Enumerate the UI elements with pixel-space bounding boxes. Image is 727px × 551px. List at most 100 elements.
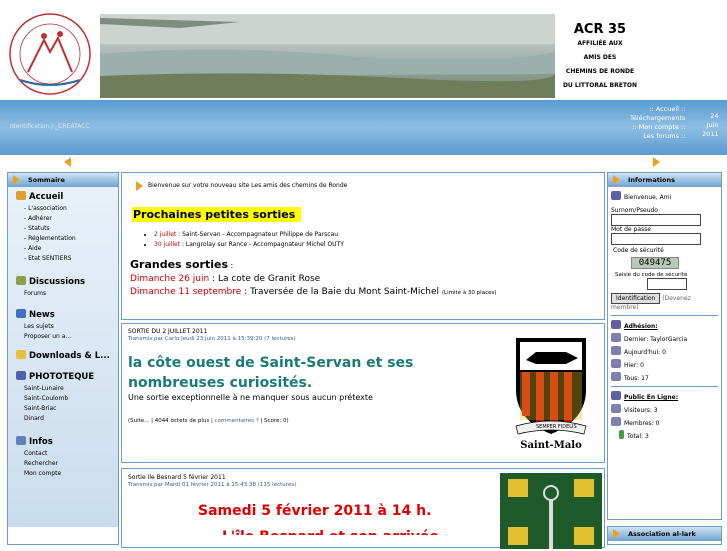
downloads-icon bbox=[16, 350, 26, 359]
menu-item[interactable]: Saint-Coulomb bbox=[8, 394, 118, 404]
stat-text: Visiteurs: 3 bbox=[624, 407, 658, 414]
article-card: Sortie Ile Besnard 5 février 2011 Transm… bbox=[121, 468, 605, 549]
username-input[interactable] bbox=[611, 214, 701, 226]
security-code-input[interactable] bbox=[647, 278, 687, 290]
users-icon bbox=[611, 391, 621, 400]
collapse-right-icon[interactable] bbox=[653, 157, 660, 167]
sidebar-title: Association al-lark bbox=[608, 527, 721, 541]
account-link[interactable]: :: Mon compte :: bbox=[630, 123, 685, 132]
arrow-icon bbox=[136, 181, 143, 191]
stat-row: Aujourd'hui: 0 bbox=[611, 346, 718, 356]
forums-link[interactable]: Les forums :: bbox=[630, 132, 685, 141]
stat-text: Membres: 0 bbox=[624, 420, 660, 427]
greeting: Bienvenue, Ami bbox=[611, 191, 718, 201]
user-icon bbox=[611, 359, 621, 368]
right-sidebar: Informations Bienvenue, Ami Surnom/Pseud… bbox=[607, 172, 722, 520]
crest-caption: Saint-Malo bbox=[520, 440, 582, 451]
info-icon bbox=[16, 436, 26, 445]
menu-heading-accueil[interactable]: Accueil bbox=[8, 187, 118, 204]
menu-heading-downloads[interactable]: Downloads & L... bbox=[8, 346, 118, 363]
menu-item[interactable]: Les sujets bbox=[8, 322, 118, 332]
stat-text: Hier: 0 bbox=[624, 362, 644, 369]
date-day: 24 bbox=[710, 112, 719, 120]
register-text[interactable]: (Devenez bbox=[662, 295, 691, 302]
acr-line: AFFILIÉE AUX bbox=[577, 40, 623, 47]
discussions-icon bbox=[16, 276, 26, 285]
menu-heading-label: Infos bbox=[29, 437, 53, 447]
left-sidebar: Sommaire Accueil - L'association - Adhér… bbox=[7, 172, 119, 545]
footer-text: | Score: 0) bbox=[258, 418, 289, 424]
online-title-text: Public En Ligne: bbox=[624, 394, 679, 401]
stat-text: Dernier: TaylorGarcia bbox=[624, 336, 688, 343]
outing-text: : Langrolay sur Rance - Accompagnateur M… bbox=[180, 241, 344, 248]
house-icon bbox=[16, 191, 26, 200]
stat-row: Visiteurs: 3 bbox=[611, 404, 718, 414]
article-headline[interactable]: la côte ouest de Saint-Servan et ses nom… bbox=[122, 343, 482, 393]
top-nav-bar bbox=[0, 100, 727, 155]
menu-item[interactable]: Saint-Lunaire bbox=[8, 384, 118, 394]
password-input[interactable] bbox=[611, 233, 701, 245]
news-icon bbox=[16, 309, 26, 318]
grandes-sorties-title: Grandes sorties bbox=[130, 258, 228, 271]
arrow-icon bbox=[613, 175, 620, 185]
welcome-text: Bienvenue sur votre nouveau site Les ami… bbox=[148, 182, 348, 189]
outing-note: (Limité à 30 places) bbox=[441, 290, 497, 296]
sidebar-title: Informations bbox=[608, 173, 721, 187]
user-icon bbox=[611, 404, 621, 413]
sidebar-title-text: Informations bbox=[628, 176, 676, 184]
menu-item[interactable]: Proposer un a... bbox=[8, 332, 118, 342]
stat-row: Membres: 0 bbox=[611, 417, 718, 427]
menu-item[interactable]: - L'association bbox=[8, 204, 118, 214]
menu-item[interactable]: Saint-Briac bbox=[8, 404, 118, 414]
login-button[interactable]: Identification bbox=[611, 293, 661, 304]
menu-item[interactable]: - Réglementation bbox=[8, 234, 118, 244]
petites-sorties-title: Prochaines petites sorties bbox=[132, 207, 302, 222]
menu-heading-news[interactable]: News bbox=[8, 305, 118, 322]
menu-item[interactable]: Rechercher bbox=[8, 459, 118, 469]
acr-line: CHEMINS DE RONDE bbox=[565, 68, 635, 75]
online-title: Public En Ligne: bbox=[611, 391, 718, 401]
collapse-left-icon[interactable] bbox=[64, 157, 71, 167]
acr-info-box: ACR 35 AFFILIÉE AUX AMIS DES CHEMINS DE … bbox=[555, 14, 645, 98]
downloads-link[interactable]: Téléchargements bbox=[630, 114, 685, 123]
register-text[interactable]: membre) bbox=[611, 304, 718, 311]
menu-item[interactable]: - Aide bbox=[8, 244, 118, 254]
article-card: SORTIE DU 2 JUILLET 2011 Transmis par Ca… bbox=[121, 323, 605, 463]
date-month: Juin bbox=[706, 121, 719, 129]
sidebar-title: Sommaire bbox=[8, 173, 118, 187]
menu-item[interactable]: Forums bbox=[8, 289, 118, 299]
list-item: Dimanche 11 septembre : Traversée de la … bbox=[130, 287, 596, 297]
security-code-label: Code de sécurité bbox=[613, 247, 664, 254]
grandes-sorties-colon: : bbox=[228, 261, 234, 270]
menu-item[interactable]: Contact bbox=[8, 449, 118, 459]
identification-link[interactable]: Identification / _CREATACC bbox=[10, 123, 90, 130]
arrow-icon bbox=[13, 175, 20, 185]
menu-heading-phototeque[interactable]: PHOTOTEQUE bbox=[8, 367, 118, 384]
stat-text: Total: 3 bbox=[627, 433, 649, 440]
acr-title: ACR 35 bbox=[573, 22, 627, 37]
home-link[interactable]: :: Accueil :: bbox=[630, 105, 685, 114]
sidebar-menu: Accueil - L'association - Adhérer - Stat… bbox=[8, 187, 118, 527]
stat-row: Dernier: TaylorGarcia bbox=[611, 333, 718, 343]
comments-link[interactable]: commentaires ? bbox=[215, 418, 259, 424]
menu-item[interactable]: - Adhérer bbox=[8, 214, 118, 224]
menu-item[interactable]: Dinard bbox=[8, 414, 118, 424]
menu-heading-discussions[interactable]: Discussions bbox=[8, 272, 118, 289]
login-row: Identification (Devenez bbox=[611, 293, 718, 304]
menu-heading-label: Accueil bbox=[29, 192, 64, 202]
menu-item[interactable]: - Etat SENTIERS bbox=[8, 254, 118, 264]
username-label: Surnom/Pseudo bbox=[611, 207, 658, 214]
welcome-block: Bienvenue sur votre nouveau site Les ami… bbox=[121, 172, 605, 320]
menu-item[interactable]: - Statuts bbox=[8, 224, 118, 234]
security-code-image: 049475 bbox=[631, 257, 679, 269]
user-icon bbox=[611, 417, 621, 426]
sidebar-title-text: Association al-lark bbox=[628, 530, 696, 538]
person-icon bbox=[619, 430, 624, 439]
saint-malo-crest: SEMPER FIDELIS Saint-Malo bbox=[506, 330, 596, 458]
menu-item[interactable]: Mon compte bbox=[8, 469, 118, 479]
site-logo[interactable] bbox=[0, 10, 100, 98]
menu-heading-label: PHOTOTEQUE bbox=[29, 372, 95, 382]
stat-row: Tous: 17 bbox=[611, 372, 718, 382]
menu-heading-infos[interactable]: Infos bbox=[8, 432, 118, 449]
users-icon bbox=[611, 191, 621, 200]
